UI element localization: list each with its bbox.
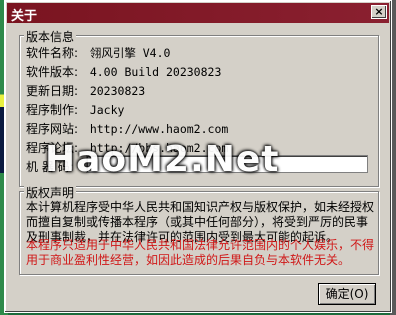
usage-notice: 本程序只适用于中华人民共和国法律允许范围内的个人娱乐，不得用于商业盈利性经营，如… [26,238,375,267]
info-row-author: 程序制作: Jacky [26,101,124,117]
info-label: 软件名称: [26,46,79,60]
about-dialog: 关于 × 版本信息 软件名称: 翎风引擎 V4.0 软件版本: 4.00 Bui… [4,0,392,313]
info-row-update-date: 更新日期: 20230823 [26,82,145,98]
ok-button[interactable]: 确定(O) [318,283,376,305]
info-value: 20230823 [89,84,146,98]
info-label: 程序网站: [26,122,79,136]
info-label: 程序制作: [26,103,79,117]
watermark: HaoM2.Net [45,139,280,180]
info-value: 翎风引擎 V4.0 [89,46,171,60]
info-row-software-version: 软件版本: 4.00 Build 20230823 [26,63,221,79]
title-bar[interactable]: 关于 × [7,3,389,24]
copyright-group: 版权声明 本计算机程序受中华人民共和国知识产权与版权保护，如未经授权而擅自复制或… [19,184,379,275]
close-icon: × [374,5,384,18]
website-link[interactable]: http://www.haom2.com [90,122,228,136]
copyright-title: 版权声明 [24,184,77,201]
dialog-title: 关于 [11,9,38,24]
version-info-title: 版本信息 [24,28,77,45]
info-label: 软件版本: [26,65,79,79]
info-label: 更新日期: [26,84,79,98]
info-value: Jacky [89,103,125,117]
info-row-website: 程序网站: http://www.haom2.com [26,120,228,136]
info-row-software-name: 软件名称: 翎风引擎 V4.0 [26,44,170,60]
close-button[interactable]: × [371,5,387,19]
info-value: 4.00 Build 20230823 [89,65,222,79]
